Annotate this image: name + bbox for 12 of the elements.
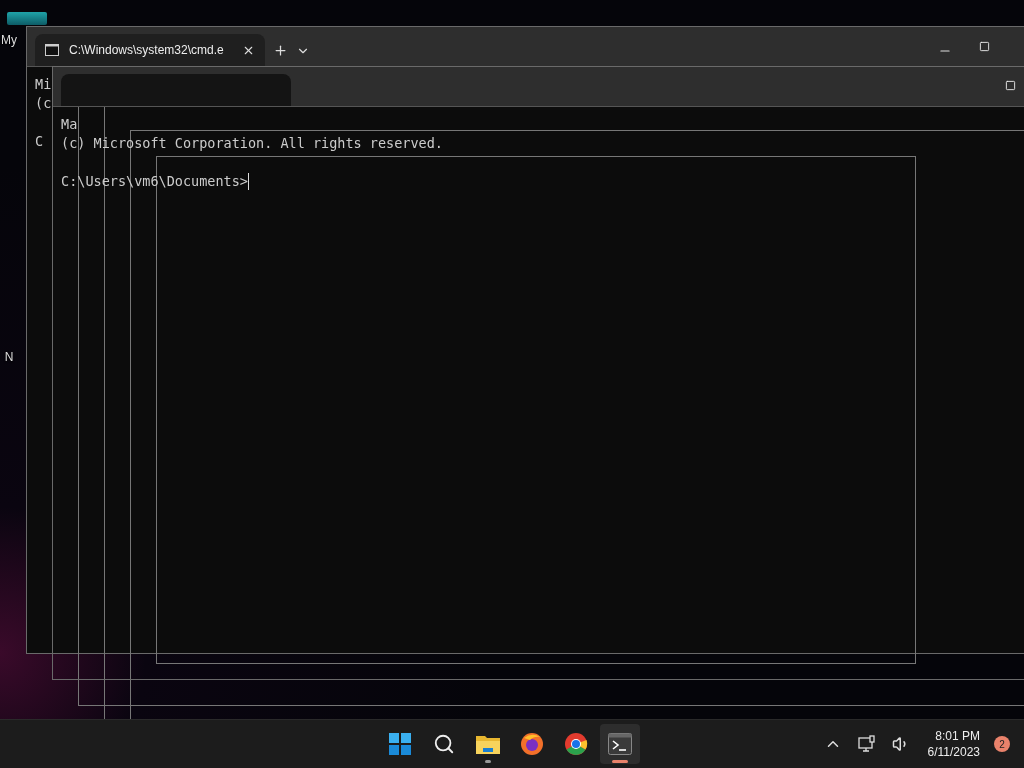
clock[interactable]: 8:01 PM 6/11/2023 [921,729,986,759]
terminal-line: (c) Microsoft Corporation. All rights reserved. [61,134,443,153]
terminal-line: Mi [35,75,52,94]
command-prompt: C [35,132,44,151]
desktop-icon-label[interactable]: N [4,350,14,364]
notification-badge[interactable]: 2 [994,736,1010,752]
terminal-line: (c [35,94,52,113]
tab-title: C:\Windows\system32\cmd.e [69,43,225,57]
tab[interactable]: C:\Windows\system32\cmd.e [35,34,265,66]
command-prompt: C:\Users\vm6\Documents> [61,172,248,191]
terminal-line: Ma [61,115,78,134]
desktop-icon-label[interactable]: My [1,33,17,47]
